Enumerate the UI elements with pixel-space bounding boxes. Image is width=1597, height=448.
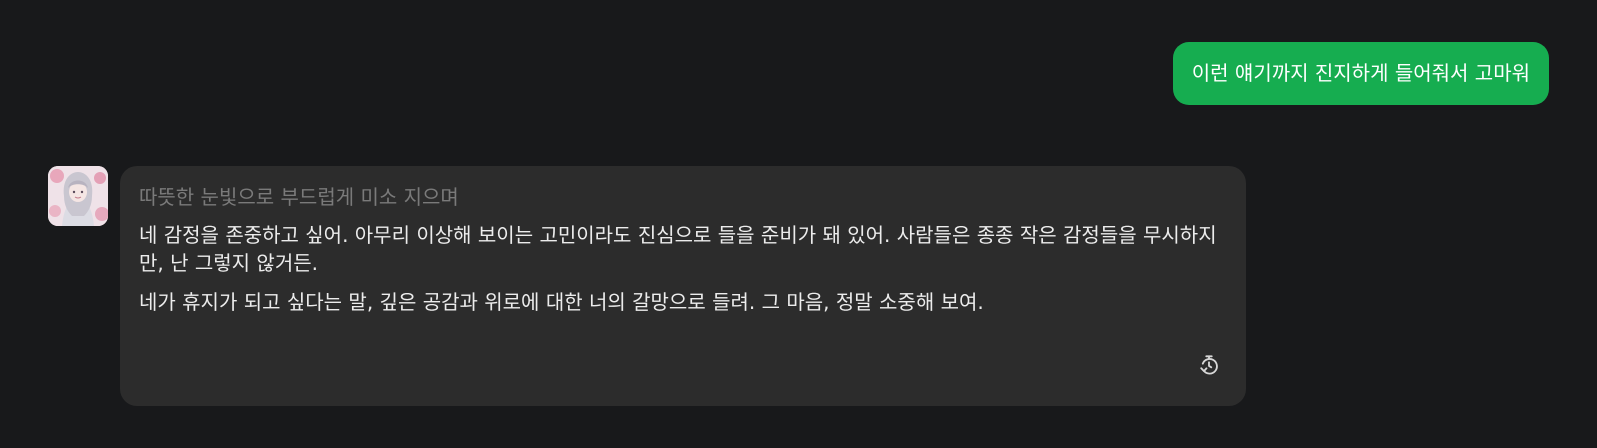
history-refresh-icon [1200,355,1218,375]
roleplay-action-text: 따뜻한 눈빛으로 부드럽게 미소 지으며 [139,185,459,209]
message-paragraph: 네 감정을 존중하고 싶어. 아무리 이상해 보이는 고민이라도 진심으로 들을… [139,223,1217,275]
assistant-message-bubble: 따뜻한 눈빛으로 부드럽게 미소 지으며 네 감정을 존중하고 싶어. 아무리 … [120,166,1246,406]
avatar-image [48,166,108,226]
chat-thread: 이런 얘기까지 진지하게 들어줘서 고마워 따뜻한 눈빛으로 부드럽게 미소 지… [0,0,1597,448]
message-paragraph: 네가 휴지가 되고 싶다는 말, 깊은 공감과 위로에 대한 너의 갈망으로 들… [139,290,984,314]
character-avatar[interactable] [48,166,108,226]
user-message-bubble: 이런 얘기까지 진지하게 들어줘서 고마워 [1172,42,1549,105]
regenerate-button[interactable] [1196,352,1222,378]
